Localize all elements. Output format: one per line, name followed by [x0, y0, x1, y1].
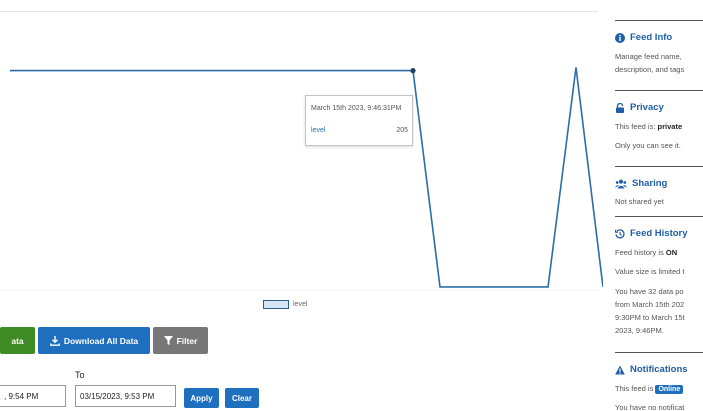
privacy-status: This feed is: private [615, 122, 682, 131]
history-text-5: 9:30PM to March 15t [615, 313, 685, 322]
feed-history-link[interactable]: Feed History [615, 228, 688, 239]
sidebar-divider [615, 352, 703, 353]
from-date-input[interactable] [0, 385, 66, 407]
download-data-label: ata [11, 335, 24, 346]
feed-info-text-2: description, and tags [615, 65, 685, 74]
history-text-2: Value size is limited t [615, 267, 685, 276]
filter-button[interactable]: Filter [153, 327, 208, 354]
download-icon [49, 335, 60, 346]
feed-sidebar: Feed Info Manage feed name, description,… [606, 0, 703, 411]
chart-legend[interactable]: level [263, 300, 307, 309]
online-badge: Online [655, 385, 684, 394]
info-icon [615, 32, 625, 43]
history-prefix: Feed history is [615, 248, 666, 257]
history-status: Feed history is ON [615, 248, 677, 257]
history-text-4: from March 15th 202 [615, 300, 685, 309]
feed-history-title: Feed History [630, 228, 688, 239]
download-all-data-label: Download All Data [63, 335, 139, 346]
notifications-link[interactable]: Notifications [615, 364, 688, 375]
sharing-text: Not shared yet [615, 197, 664, 206]
users-icon [615, 179, 627, 188]
sharing-title: Sharing [632, 178, 668, 189]
sharing-link[interactable]: Sharing [615, 178, 667, 189]
tooltip-date: March 15th 2023, 9:46:31PM [311, 105, 402, 112]
legend-label: level [293, 301, 308, 308]
feed-info-link[interactable]: Feed Info [615, 32, 672, 43]
legend-swatch [263, 300, 289, 309]
lock-icon [616, 102, 624, 113]
notifications-text: You have no notificat [615, 403, 685, 411]
privacy-link[interactable]: Privacy [615, 102, 664, 113]
feed-info-title: Feed Info [630, 32, 673, 43]
notifications-prefix: This feed is [615, 384, 656, 393]
sidebar-divider [615, 20, 703, 21]
history-text-3: You have 32 data po [615, 287, 684, 296]
clear-button[interactable]: Clear [225, 388, 259, 408]
tooltip-value: 205 [396, 127, 408, 134]
sidebar-divider [615, 216, 703, 217]
notifications-title: Notifications [630, 364, 688, 375]
tooltip-series-name: level [311, 127, 326, 134]
filter-label: Filter [176, 335, 198, 346]
download-all-data-button[interactable]: Download All Data [38, 327, 150, 354]
highlighted-point[interactable] [410, 68, 416, 74]
line-chart[interactable]: March 15th 2023, 9:46:31PM level 205 [0, 0, 603, 300]
history-icon [615, 228, 625, 238]
download-data-button[interactable]: ata [0, 327, 35, 354]
privacy-value: private [657, 122, 683, 131]
privacy-title: Privacy [630, 102, 664, 113]
to-label: To [75, 370, 85, 380]
filter-icon [163, 336, 173, 345]
privacy-prefix: This feed is: [615, 122, 658, 131]
to-date-input[interactable] [75, 385, 176, 407]
sidebar-divider [615, 90, 703, 91]
privacy-text: Only you can see it. [615, 141, 681, 150]
sidebar-divider [615, 166, 703, 167]
feed-info-text-1: Manage feed name, [615, 52, 682, 61]
history-value: ON [665, 248, 678, 257]
chart-tooltip: March 15th 2023, 9:46:31PM level 205 [305, 95, 413, 146]
notifications-status: This feed is Online [615, 384, 684, 394]
chart-svg [0, 67, 603, 291]
history-text-6: 2023, 9:46PM. [615, 326, 664, 335]
warning-icon [615, 365, 625, 374]
apply-button[interactable]: Apply [184, 388, 219, 408]
